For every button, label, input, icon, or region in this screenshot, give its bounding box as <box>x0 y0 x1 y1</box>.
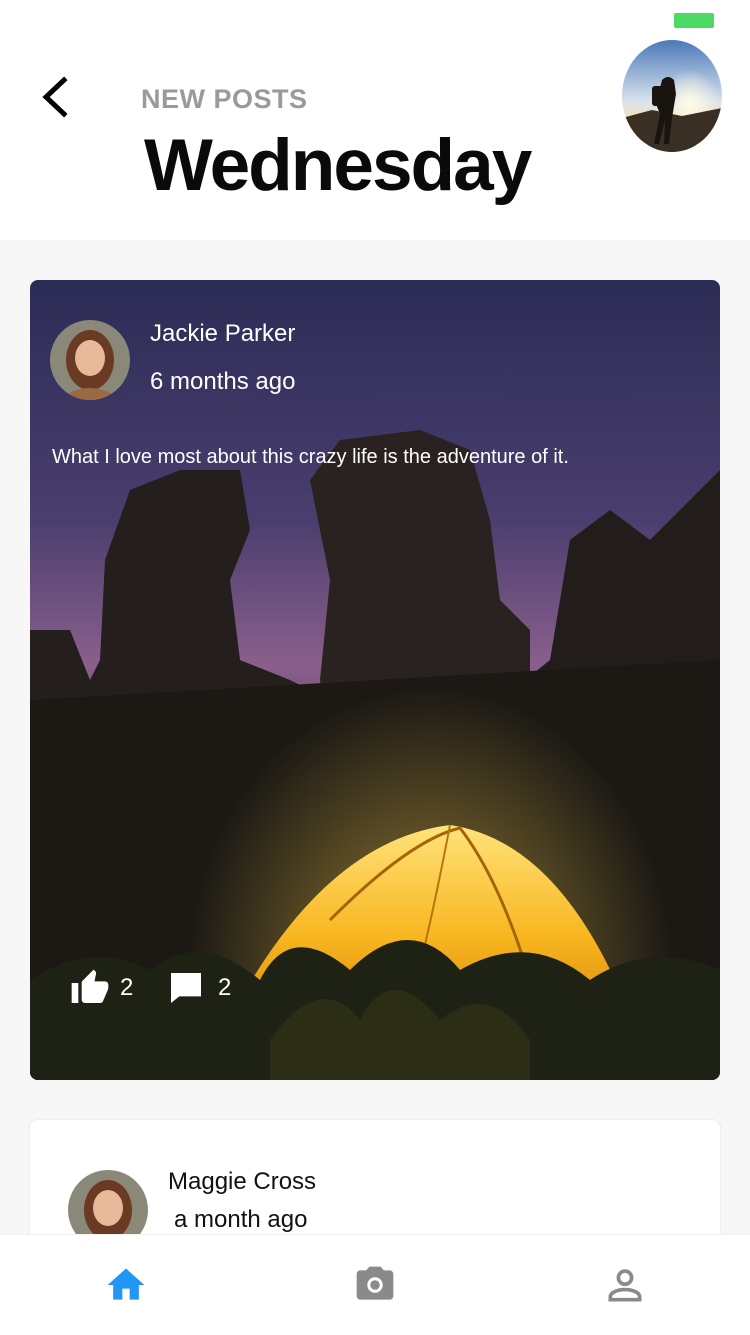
person-icon <box>608 1269 642 1302</box>
tab-home[interactable] <box>104 1263 148 1307</box>
battery-indicator <box>674 13 714 28</box>
comment-count: 2 <box>218 974 232 1001</box>
thumbs-up-icon <box>71 969 109 1003</box>
tab-camera[interactable] <box>353 1263 397 1307</box>
post-image <box>30 280 720 1080</box>
like-count: 2 <box>120 974 134 1001</box>
like-button[interactable]: 2 <box>70 968 133 1008</box>
back-button[interactable] <box>30 70 86 126</box>
home-icon <box>107 1268 145 1300</box>
post-time: a month ago <box>174 1206 308 1233</box>
post-card[interactable]: Jackie Parker 6 months ago What I love m… <box>30 280 720 1080</box>
post-text: What I love most about this crazy life i… <box>52 446 569 468</box>
page-subtitle: NEW POSTS <box>141 84 308 114</box>
tab-bar <box>0 1234 750 1335</box>
page-title: Wednesday <box>144 125 532 206</box>
camera-icon <box>356 1266 394 1300</box>
post-author[interactable]: Maggie Cross <box>168 1168 316 1196</box>
comment-button[interactable]: 2 <box>166 968 231 1008</box>
header: NEW POSTS Wednesday <box>0 0 750 240</box>
post-author[interactable]: Jackie Parker <box>150 320 295 348</box>
profile-avatar[interactable] <box>622 40 722 152</box>
tab-profile[interactable] <box>603 1263 647 1307</box>
author-avatar[interactable] <box>50 320 130 400</box>
comment-icon <box>171 973 201 1003</box>
chevron-left-icon <box>42 76 68 118</box>
post-time: 6 months ago <box>150 368 296 395</box>
